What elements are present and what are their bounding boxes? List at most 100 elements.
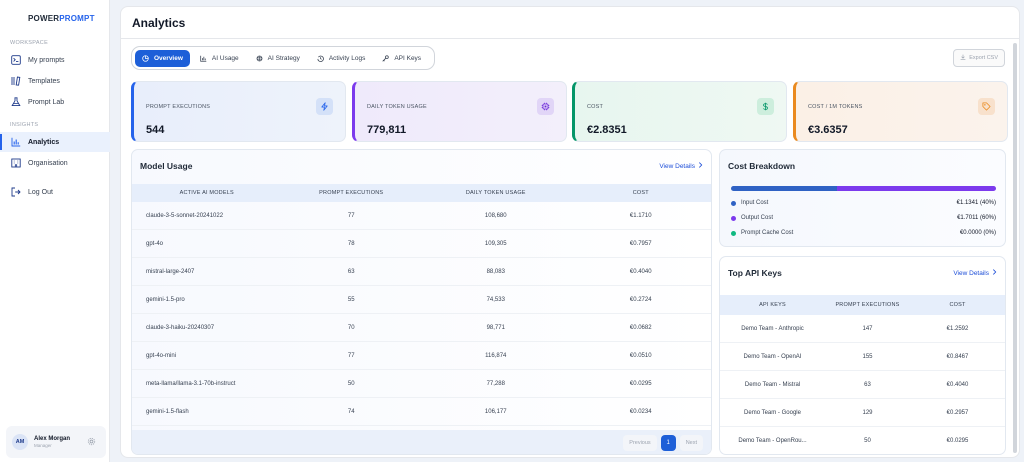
tab-ai-strategy[interactable]: AI Strategy (249, 50, 307, 67)
bolt-icon (316, 98, 333, 115)
model-usage-view-details-link[interactable]: View Details (659, 162, 703, 170)
stat-card-prompt-executions: PROMPT EXECUTIONS 544 (131, 81, 346, 142)
table-row[interactable]: Demo Team - OpenAI 155 €0.8467 (720, 343, 1005, 371)
cost-breakdown-title: Cost Breakdown (728, 161, 796, 171)
cost-legend-item: Input Cost €1.1341 (40%) (731, 200, 996, 206)
sidebar-item-templates[interactable]: Templates (0, 71, 110, 91)
table-cell: 77 (347, 352, 355, 359)
brain-icon (256, 55, 263, 62)
table-cell: 50 (347, 380, 355, 387)
api-keys-view-details-link[interactable]: View Details (953, 269, 997, 277)
export-csv-button[interactable]: Export CSV (953, 49, 1005, 67)
table-cell: 70 (347, 324, 355, 331)
sidebar-item-my-prompts[interactable]: My prompts (0, 50, 110, 70)
cost-breakdown-panel: Cost Breakdown Input Cost €1.1341 (40%) Ou… (719, 149, 1006, 247)
sidebar-item-log-out[interactable]: Log Out (0, 182, 110, 202)
table-header: ACTIVE AI MODELS PROMPT EXECUTIONS DAILY… (132, 184, 711, 202)
table-cell: 147 (862, 325, 873, 332)
table-cell: 74 (347, 408, 355, 415)
table-row[interactable]: gpt-4o-mini 77 116,874 €0.0510 (132, 342, 711, 370)
table-row[interactable]: mistral-large-2407 63 88,083 €0.4040 (132, 258, 711, 286)
logout-icon (11, 187, 21, 197)
stat-label: DAILY TOKEN USAGE (367, 104, 427, 110)
table-cell: 129 (862, 409, 873, 416)
tab-activity-logs[interactable]: Activity Logs (310, 50, 373, 67)
legend-dot (731, 200, 736, 206)
table-row[interactable]: gpt-4o 78 109,305 €0.7957 (132, 230, 711, 258)
stat-value: 544 (146, 124, 165, 136)
header-divider (121, 38, 1019, 39)
avatar: AM (12, 434, 28, 450)
table-cell: €1.1710 (629, 212, 652, 219)
app-logo[interactable]: POWERPROMPT (28, 14, 95, 23)
tab-api-keys[interactable]: API Keys (375, 50, 428, 67)
previous-page-button[interactable]: Previous (623, 435, 657, 451)
table-cell: gpt-4o-mini (146, 352, 177, 359)
table-cell: Demo Team - OpenRou... (738, 437, 807, 444)
chevron-right-icon (992, 269, 997, 277)
table-cell: 116,874 (485, 352, 507, 359)
sidebar-item-label: My prompts (28, 56, 65, 64)
table-cell: Demo Team - OpenAI (743, 353, 802, 360)
next-page-button[interactable]: Next (679, 435, 703, 451)
sidebar-item-organisation[interactable]: Organisation (0, 153, 110, 173)
pagination: Previous 1 Next (619, 435, 703, 451)
main-content: Analytics Overview AI Usage AI Strategy … (120, 6, 1020, 458)
table-cell: 74,533 (486, 296, 505, 303)
flask-icon (11, 97, 21, 107)
workspace-section-label: WORKSPACE (10, 40, 49, 46)
tab-overview[interactable]: Overview (135, 49, 190, 67)
tab-ai-usage[interactable]: AI Usage (193, 50, 246, 67)
table-row[interactable]: Demo Team - Mistral 63 €0.4040 (720, 371, 1005, 399)
table-cell: €0.0510 (629, 352, 652, 359)
legend-value: €1.7011 (60%) (957, 215, 996, 221)
sidebar-item-label: Organisation (28, 159, 68, 167)
table-cell: 155 (862, 353, 873, 360)
table-row[interactable]: claude-3-5-sonnet-20241022 77 108,680 €1.17… (132, 202, 711, 230)
table-row[interactable]: Demo Team - OpenRou... 50 €0.0295 (720, 427, 1005, 454)
page-number-button[interactable]: 1 (660, 435, 676, 451)
table-row[interactable]: meta-llama/llama-3.1-70b-instruct 50 77,28… (132, 370, 711, 398)
gear-icon[interactable] (87, 437, 96, 448)
legend-dot (731, 230, 736, 236)
chart-icon (11, 137, 21, 147)
column-header: COST (632, 190, 649, 196)
table-cell: claude-3-haiku-20240307 (146, 324, 215, 331)
table-row[interactable]: gemini-1.5-flash 74 106,177 €0.0234 (132, 398, 711, 426)
tab-label: Activity Logs (328, 54, 366, 62)
tab-label: API Keys (394, 54, 422, 62)
table-cell: €0.2724 (629, 296, 652, 303)
stat-card-cost-per-million-tokens: COST / 1M TOKENS €3.6357 (793, 81, 1008, 142)
table-cell: Demo Team - Mistral (744, 381, 801, 388)
table-header: API KEYS PROMPT EXECUTIONS COST (720, 295, 1005, 315)
stat-label: COST / 1M TOKENS (808, 104, 863, 110)
stat-value: €3.6357 (808, 124, 848, 136)
stat-value: 779,811 (367, 124, 407, 136)
sidebar-item-label: Log Out (28, 188, 53, 196)
table-row[interactable]: gemini-1.5-pro 55 74,533 €0.2724 (132, 286, 711, 314)
scrollbar[interactable] (1013, 43, 1017, 453)
tab-bar: Overview AI Usage AI Strategy Activity L… (131, 46, 436, 70)
table-cell: 55 (347, 296, 355, 303)
sidebar-item-prompt-lab[interactable]: Prompt Lab (0, 92, 110, 112)
sidebar-item-analytics[interactable]: Analytics (0, 132, 110, 152)
table-row[interactable]: Demo Team - Google 129 €0.2957 (720, 399, 1005, 427)
table-cell: gemini-1.5-flash (146, 408, 189, 415)
table-cell: €1.2592 (946, 325, 969, 332)
table-row[interactable]: Demo Team - Anthropic 147 €1.2592 (720, 315, 1005, 343)
user-profile[interactable]: AM Alex Morgan Manager (6, 426, 106, 458)
legend-label: Output Cost (741, 215, 774, 221)
tab-label: Overview (154, 54, 183, 62)
history-icon (317, 55, 324, 62)
chip-icon (537, 98, 554, 115)
key-icon (382, 54, 390, 62)
table-cell: gemini-1.5-pro (146, 296, 185, 303)
stat-label: COST (587, 104, 604, 110)
table-row[interactable]: claude-3-haiku-20240307 70 98,771 €0.0682 (132, 314, 711, 342)
building-icon (11, 158, 21, 168)
table-cell: 77,288 (486, 380, 505, 387)
user-role: Manager (34, 443, 52, 448)
model-usage-panel: Model Usage View Details ACTIVE AI MODEL… (131, 149, 712, 455)
tab-label: AI Strategy (267, 54, 300, 62)
table-cell: 108,680 (484, 212, 507, 219)
